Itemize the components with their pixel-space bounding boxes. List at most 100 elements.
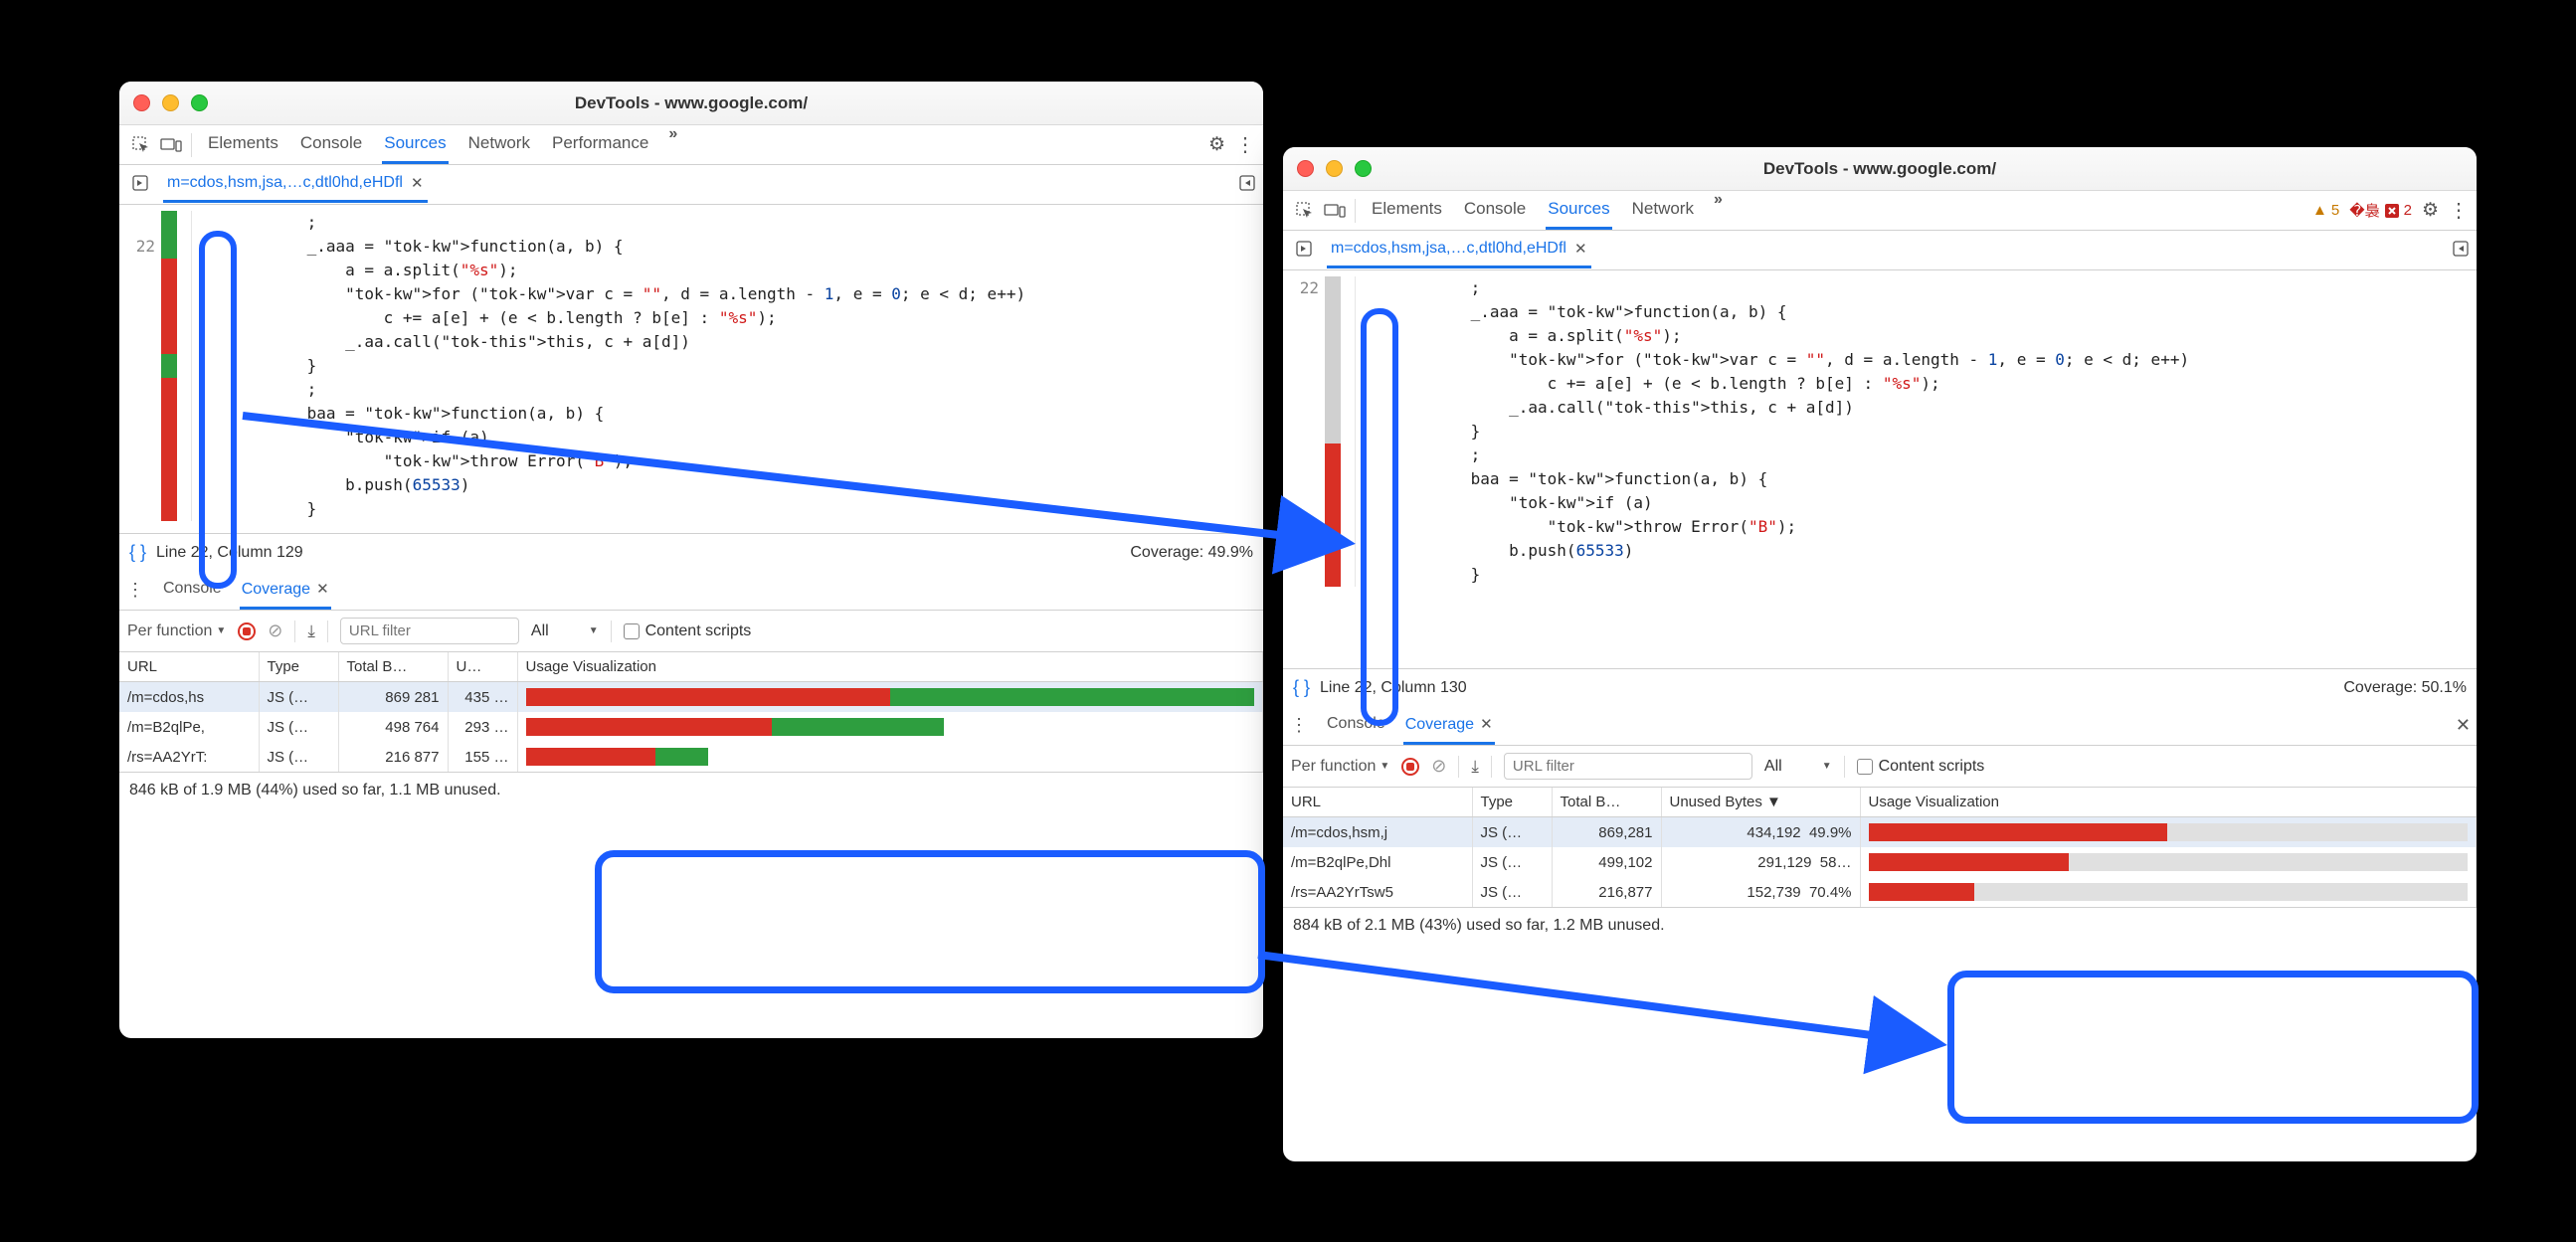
table-row[interactable]: /rs=AA2YrTsw5 JS (… 216,877 152,739 70.4… xyxy=(1283,877,2477,907)
close-drawer-icon[interactable]: ✕ xyxy=(2456,715,2471,736)
tab-sources[interactable]: Sources xyxy=(1546,191,1611,230)
url-filter-input[interactable] xyxy=(1504,753,1752,780)
tab-elements[interactable]: Elements xyxy=(206,125,280,164)
col-url[interactable]: URL xyxy=(119,652,259,682)
col-total[interactable]: Total B… xyxy=(338,652,448,682)
cursor-position: Line 22, Column 130 xyxy=(1320,679,1467,697)
show-sidebar-icon[interactable] xyxy=(1239,175,1255,194)
more-tabs-icon[interactable]: » xyxy=(1714,191,1723,230)
cell-viz xyxy=(517,712,1263,742)
export-icon[interactable]: ⤓ xyxy=(1471,757,1479,777)
inspect-icon[interactable] xyxy=(1291,197,1319,225)
devtools-window-right: DevTools - www.google.com/ Elements Cons… xyxy=(1283,147,2477,1161)
col-viz[interactable]: Usage Visualization xyxy=(517,652,1263,682)
gear-icon[interactable]: ⚙ xyxy=(2422,199,2439,222)
errors-badge[interactable]: �裊 2 xyxy=(2349,200,2412,221)
cell-viz xyxy=(517,742,1263,772)
cell-url: /rs=AA2YrT: xyxy=(119,742,259,772)
close-icon[interactable]: ✕ xyxy=(1574,240,1587,258)
drawer-tab-coverage[interactable]: Coverage✕ xyxy=(1403,707,1495,745)
pretty-print-icon[interactable]: { } xyxy=(1293,677,1310,698)
cell-viz xyxy=(517,682,1263,713)
cell-unused: 435 … xyxy=(448,682,517,713)
file-tab[interactable]: m=cdos,hsm,jsa,…c,dtl0hd,eHDfl ✕ xyxy=(1327,232,1591,268)
file-tab-label: m=cdos,hsm,jsa,…c,dtl0hd,eHDfl xyxy=(167,174,403,192)
table-row[interactable]: /m=B2qlPe,Dhl JS (… 499,102 291,129 58… xyxy=(1283,847,2477,877)
cell-total: 869 281 xyxy=(338,682,448,713)
window-title: DevTools - www.google.com/ xyxy=(119,93,1263,113)
col-viz[interactable]: Usage Visualization xyxy=(1860,788,2477,817)
tab-network[interactable]: Network xyxy=(466,125,532,164)
table-row[interactable]: /m=B2qlPe, JS (… 498 764 293 … xyxy=(119,712,1263,742)
panel-tabs: Elements Console Sources Network Perform… xyxy=(206,125,677,164)
granularity-select[interactable]: Per function▼ xyxy=(127,622,226,640)
pretty-print-icon[interactable]: { } xyxy=(129,542,146,563)
show-navigator-icon[interactable] xyxy=(1291,241,1317,260)
close-icon[interactable]: ✕ xyxy=(316,581,329,598)
kebab-icon[interactable]: ⋮ xyxy=(2449,198,2469,223)
file-tabs: m=cdos,hsm,jsa,…c,dtl0hd,eHDfl ✕ xyxy=(119,165,1263,205)
show-sidebar-icon[interactable] xyxy=(2453,241,2469,260)
table-row[interactable]: /rs=AA2YrT: JS (… 216 877 155 … xyxy=(119,742,1263,772)
record-button[interactable] xyxy=(1401,758,1419,776)
drawer-tab-coverage[interactable]: Coverage✕ xyxy=(240,572,331,610)
more-tabs-icon[interactable]: » xyxy=(668,125,677,164)
tab-console[interactable]: Console xyxy=(1462,191,1528,230)
record-button[interactable] xyxy=(238,622,256,640)
drawer-tab-console[interactable]: Console xyxy=(161,572,224,609)
drawer-tab-console[interactable]: Console xyxy=(1325,707,1387,744)
cursor-position: Line 22, Column 129 xyxy=(156,544,303,562)
warnings-badge[interactable]: ▲ 5 xyxy=(2312,202,2339,219)
tab-sources[interactable]: Sources xyxy=(382,125,448,164)
clear-icon[interactable]: ⊘ xyxy=(268,621,282,641)
close-icon[interactable]: ✕ xyxy=(411,174,424,192)
device-icon[interactable] xyxy=(1321,197,1349,225)
url-filter-input[interactable] xyxy=(340,618,519,644)
export-icon[interactable]: ⤓ xyxy=(307,621,315,641)
editor-statusbar: { } Line 22, Column 129 Coverage: 49.9% xyxy=(119,533,1263,571)
table-header-row: URL Type Total B… Unused Bytes ▼ Usage V… xyxy=(1283,788,2477,817)
file-tab[interactable]: m=cdos,hsm,jsa,…c,dtl0hd,eHDfl ✕ xyxy=(163,166,428,203)
coverage-label: Coverage: 49.9% xyxy=(1130,544,1253,562)
cell-total: 869,281 xyxy=(1552,817,1661,848)
cell-viz xyxy=(1860,847,2477,877)
type-filter-select[interactable]: All▼ xyxy=(531,622,599,640)
cell-total: 498 764 xyxy=(338,712,448,742)
content-scripts-checkbox[interactable]: Content scripts xyxy=(1857,758,1985,776)
col-url[interactable]: URL xyxy=(1283,788,1472,817)
cell-type: JS (… xyxy=(259,712,338,742)
clear-icon[interactable]: ⊘ xyxy=(1431,756,1446,777)
tab-performance[interactable]: Performance xyxy=(550,125,650,164)
kebab-icon[interactable]: ⋮ xyxy=(125,580,145,601)
table-row[interactable]: /m=cdos,hs JS (… 869 281 435 … xyxy=(119,682,1263,713)
close-icon[interactable]: ✕ xyxy=(1480,716,1493,733)
kebab-icon[interactable]: ⋮ xyxy=(1289,715,1309,736)
col-unused[interactable]: Unused Bytes ▼ xyxy=(1661,788,1860,817)
col-total[interactable]: Total B… xyxy=(1552,788,1661,817)
coverage-toolbar: Per function▼ ⊘ ⤓ All▼ Content scripts xyxy=(1283,746,2477,788)
main-toolbar: Elements Console Sources Network » ▲ 5 �… xyxy=(1283,191,2477,231)
titlebar: DevTools - www.google.com/ xyxy=(1283,147,2477,191)
granularity-select[interactable]: Per function▼ xyxy=(1291,758,1389,776)
cell-type: JS (… xyxy=(1472,847,1552,877)
tab-console[interactable]: Console xyxy=(298,125,364,164)
code-editor[interactable]: 22 ; _.aaa = "tok-kw">function(a, b) { a… xyxy=(119,205,1263,533)
col-type[interactable]: Type xyxy=(259,652,338,682)
kebab-icon[interactable]: ⋮ xyxy=(1235,132,1255,157)
show-navigator-icon[interactable] xyxy=(127,175,153,194)
gear-icon[interactable]: ⚙ xyxy=(1208,133,1225,156)
tab-network[interactable]: Network xyxy=(1630,191,1696,230)
type-filter-select[interactable]: All▼ xyxy=(1764,758,1832,776)
col-type[interactable]: Type xyxy=(1472,788,1552,817)
table-row[interactable]: /m=cdos,hsm,j JS (… 869,281 434,192 49.9… xyxy=(1283,817,2477,848)
tab-elements[interactable]: Elements xyxy=(1370,191,1444,230)
inspect-icon[interactable] xyxy=(127,131,155,159)
cell-type: JS (… xyxy=(259,742,338,772)
panel-tabs: Elements Console Sources Network » xyxy=(1370,191,1723,230)
coverage-footer: 884 kB of 2.1 MB (43%) used so far, 1.2 … xyxy=(1283,907,2477,943)
col-unused[interactable]: U… xyxy=(448,652,517,682)
device-icon[interactable] xyxy=(157,131,185,159)
content-scripts-checkbox[interactable]: Content scripts xyxy=(624,622,752,640)
coverage-table: URL Type Total B… Unused Bytes ▼ Usage V… xyxy=(1283,788,2477,907)
code-editor[interactable]: 22 ; _.aaa = "tok-kw">function(a, b) { a… xyxy=(1283,270,2477,668)
